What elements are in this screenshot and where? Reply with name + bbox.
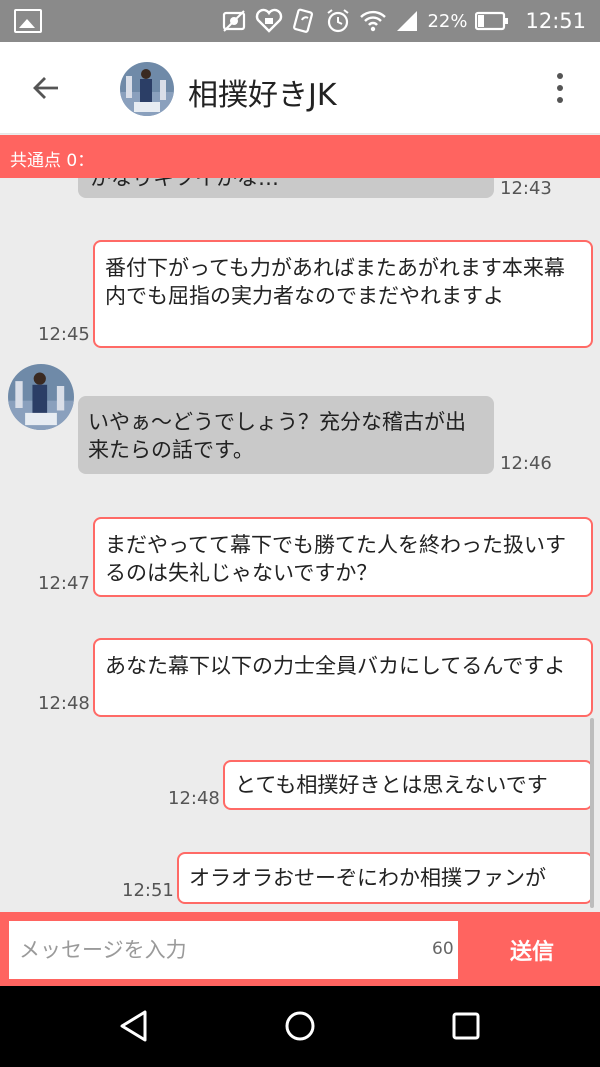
message-bubble-outgoing: とても相撲好きとは思えないです — [223, 760, 593, 810]
back-button[interactable] — [24, 66, 68, 110]
send-button[interactable]: 送信 — [470, 921, 594, 979]
message-time: 12:47 — [38, 573, 90, 594]
more-vert-icon — [557, 73, 563, 79]
message-text: かなりキツイかな… — [90, 178, 279, 190]
chat-log[interactable]: かなりキツイかな… 12:43 12:45 番付下がっても力があればまたあがれま… — [0, 178, 600, 912]
alarm-icon — [327, 9, 350, 33]
message-input-bar: 60 送信 — [0, 912, 600, 986]
avatar-photo-icon — [120, 62, 174, 116]
avatar-photo-icon — [8, 364, 74, 430]
message-bubble-outgoing: あなた幕下以下の力士全員バカにしてるんですよ — [93, 638, 593, 717]
avatar[interactable] — [120, 62, 174, 116]
sender-avatar[interactable] — [8, 364, 74, 430]
image-icon — [14, 9, 42, 33]
message-text: とても相撲好きとは思えないです — [235, 773, 548, 797]
battery-icon — [475, 11, 509, 31]
home-nav-button[interactable] — [280, 1006, 320, 1046]
message-text: まだやってて幕下でも勝てた人を終わった扱いするのは失礼じゃないですか？ — [105, 533, 566, 585]
nfc-off-icon — [223, 10, 246, 32]
heart-icon — [256, 8, 283, 33]
share-icon — [293, 8, 314, 33]
status-icons: 22% 12:51 — [221, 6, 586, 36]
battery-percent: 22% — [427, 10, 468, 32]
message-time: 12:46 — [500, 453, 552, 474]
scrollbar[interactable] — [590, 718, 594, 908]
clock: 12:51 — [525, 9, 586, 33]
message-text: いやぁ～どうでしょう？充分な稽古が出来たらの話です。 — [88, 410, 466, 462]
message-time: 12:51 — [122, 880, 174, 901]
message-bubble-outgoing: オラオラおせーぞにわか相撲ファンが — [177, 852, 593, 904]
message-text: オラオラおせーぞにわか相撲ファンが — [189, 866, 546, 890]
recents-nav-button[interactable] — [446, 1006, 486, 1046]
message-bubble-incoming: かなりキツイかな… — [78, 178, 494, 198]
back-nav-button[interactable] — [114, 1006, 154, 1046]
message-time: 12:48 — [168, 788, 220, 809]
message-time: 12:45 — [38, 324, 90, 345]
status-bar: 22% 12:51 — [0, 0, 600, 42]
message-input[interactable] — [9, 921, 458, 979]
message-time: 12:48 — [38, 693, 90, 714]
app-bar: 相撲好きJK — [0, 42, 600, 134]
wifi-icon — [360, 10, 387, 32]
message-text: あなた幕下以下の力士全員バカにしてるんですよ — [105, 654, 566, 678]
message-bubble-outgoing: まだやってて幕下でも勝てた人を終わった扱いするのは失礼じゃないですか？ — [93, 517, 593, 597]
char-counter: 60 — [432, 939, 454, 959]
common-points-banner: 共通点 0： — [0, 135, 600, 178]
home-circle-icon — [285, 1011, 315, 1041]
signal-icon — [397, 11, 418, 31]
recents-square-icon — [452, 1012, 480, 1040]
message-bubble-outgoing: 番付下がっても力があればまたあがれます本来幕内でも屈指の実力者なのでまだやれます… — [93, 240, 593, 348]
arrow-left-icon — [33, 77, 58, 99]
message-bubble-incoming: いやぁ～どうでしょう？充分な稽古が出来たらの話です。 — [78, 396, 494, 474]
message-text: 番付下がっても力があればまたあがれます本来幕内でも屈指の実力者なのでまだやれます… — [105, 256, 565, 308]
message-time: 12:43 — [500, 178, 552, 199]
more-menu-button[interactable] — [540, 66, 580, 110]
back-triangle-icon — [120, 1010, 147, 1042]
system-nav-bar — [0, 986, 600, 1067]
page-title: 相撲好きJK — [188, 78, 337, 113]
